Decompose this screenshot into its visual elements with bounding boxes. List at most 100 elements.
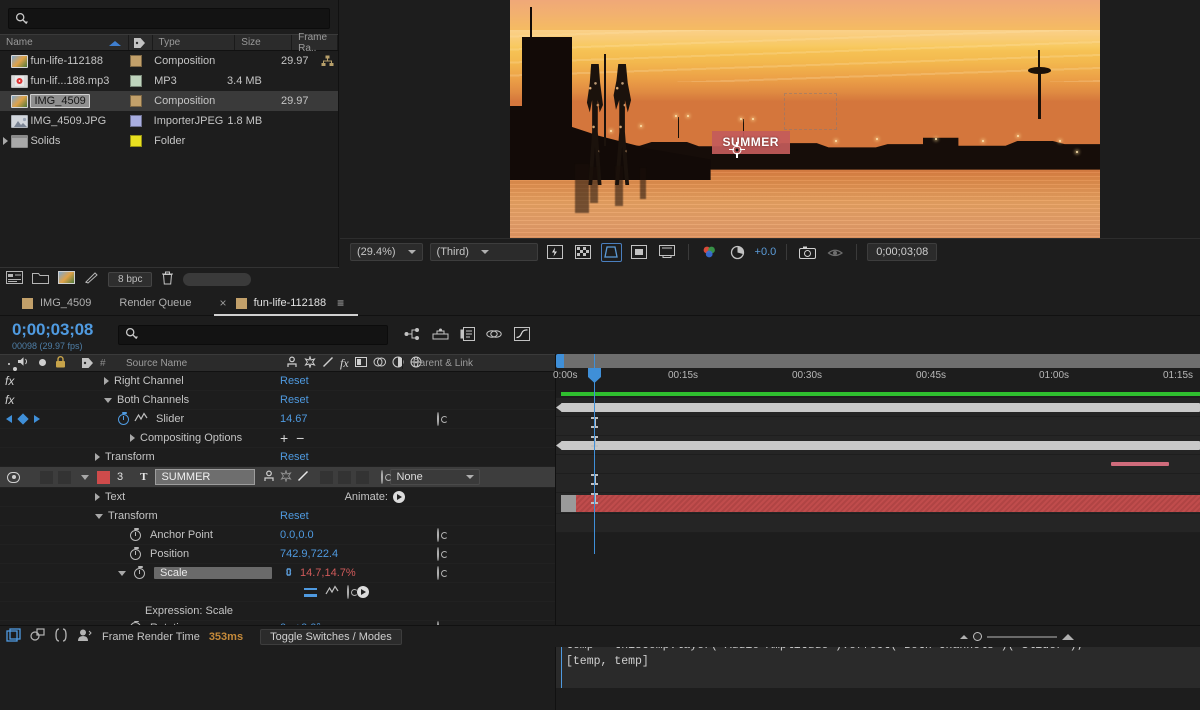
panel-menu-icon[interactable]: ≡ <box>337 296 344 310</box>
expression-pickwhip-icon[interactable] <box>347 585 349 599</box>
delete-icon[interactable] <box>161 271 174 288</box>
track-row-transform[interactable] <box>556 474 1200 493</box>
label-column-header[interactable] <box>76 357 98 369</box>
anchor-point-marker[interactable] <box>729 141 746 158</box>
quality-icon[interactable] <box>322 356 334 371</box>
new-adjustment-layer-icon[interactable] <box>84 271 99 287</box>
disclosure-triangle-closed[interactable] <box>95 493 100 501</box>
composition-preview-canvas[interactable]: SUMMER <box>510 0 1100 265</box>
pickwhip-icon[interactable] <box>437 566 439 580</box>
keyframe-segment[interactable] <box>1111 462 1169 466</box>
property-row-slider[interactable]: Slider 14.67 <box>0 410 555 429</box>
timeline-search-box[interactable] <box>118 325 388 345</box>
channels-icon[interactable] <box>699 243 720 262</box>
disclosure-triangle-closed[interactable] <box>130 434 135 442</box>
property-value[interactable]: 14.67 <box>280 413 308 425</box>
group-row-transform[interactable]: Transform Reset <box>0 507 555 526</box>
track-row-both-channels[interactable] <box>556 417 1200 436</box>
time-ruler[interactable]: 0:00s 00:15s 00:30s 00:45s 01:00s 01:15s <box>553 354 1200 392</box>
render-queue-icon[interactable] <box>6 628 21 645</box>
transparency-grid-icon[interactable] <box>573 243 594 262</box>
disclosure-triangle-open[interactable] <box>118 570 126 576</box>
reset-link[interactable]: Reset <box>280 451 309 463</box>
shy-icon[interactable] <box>263 470 275 485</box>
solo-icon[interactable] <box>39 358 46 369</box>
region-of-interest-icon[interactable] <box>601 243 622 262</box>
label-color-swatch[interactable] <box>126 95 148 107</box>
new-composition-icon[interactable] <box>58 271 75 287</box>
exposure-icon[interactable] <box>727 243 748 262</box>
solo-toggle[interactable] <box>58 470 71 484</box>
project-search-input[interactable] <box>33 12 323 25</box>
resolution-select[interactable]: (Third) <box>429 243 538 261</box>
collapse-transformations-icon[interactable] <box>280 468 293 485</box>
zoom-in-icon[interactable] <box>1062 633 1074 640</box>
reset-link[interactable]: Reset <box>280 394 309 406</box>
track-row-summer-layer[interactable] <box>556 493 1200 514</box>
exposure-value[interactable]: +0.0 <box>755 246 777 258</box>
stopwatch-icon[interactable] <box>130 546 141 560</box>
project-search-box[interactable] <box>8 8 330 29</box>
stopwatch-icon[interactable] <box>130 527 141 541</box>
frame-blend-toggle[interactable] <box>320 470 334 484</box>
timeline-search-input[interactable] <box>143 329 381 341</box>
project-item-row[interactable]: IMG_4509.JPG ImporterJPEG 1.8 MB <box>0 111 338 131</box>
reset-link[interactable]: Reset <box>280 375 309 387</box>
duplicate-icon[interactable] <box>30 628 45 645</box>
text-layer-bar[interactable] <box>561 495 1200 512</box>
collapse-transformations-icon[interactable] <box>304 354 316 371</box>
project-item-row[interactable]: fun-life-112188 Composition 29.97 <box>0 51 338 71</box>
frame-blending-icon[interactable] <box>354 356 367 371</box>
interpret-footage-icon[interactable] <box>6 271 23 287</box>
folder-disclosure-triangle[interactable] <box>0 137 11 145</box>
column-header-type[interactable]: Type <box>153 35 236 50</box>
next-keyframe-icon[interactable] <box>34 415 40 423</box>
disclosure-triangle-closed[interactable] <box>104 377 109 385</box>
property-row-position[interactable]: Position 742.9,722.4 <box>0 545 555 564</box>
user-icon[interactable] <box>77 628 93 645</box>
summer-text-layer[interactable]: SUMMER <box>711 131 790 154</box>
pickwhip-icon[interactable] <box>437 547 439 561</box>
tab-img-4509[interactable]: IMG_4509 <box>16 291 113 316</box>
track-row-text[interactable] <box>556 514 1200 533</box>
property-row-anchor-point[interactable]: Anchor Point 0.0,0.0 <box>0 526 555 545</box>
tab-render-queue[interactable]: Render Queue <box>113 291 213 316</box>
composition-mini-flowchart-icon[interactable] <box>404 327 421 344</box>
zoom-slider-knob[interactable] <box>973 632 982 641</box>
animate-menu-icon[interactable] <box>393 491 405 503</box>
draft-3d-icon[interactable] <box>432 327 449 344</box>
layer-disclosure-triangle[interactable] <box>81 474 89 480</box>
pickwhip-icon[interactable] <box>437 412 439 426</box>
project-item-row-selected[interactable]: IMG_4509 Composition 29.97 <box>0 91 338 111</box>
keyframe-navigator[interactable] <box>0 413 66 425</box>
disclosure-triangle-closed[interactable] <box>95 453 100 461</box>
effect-row-right-channel[interactable]: fx Right Channel Reset <box>0 372 555 391</box>
audio-toggle[interactable] <box>40 470 53 484</box>
brackets-icon[interactable] <box>54 628 68 645</box>
project-item-row[interactable]: Solids Folder <box>0 131 338 151</box>
playhead-indicator[interactable] <box>588 354 601 392</box>
effect-row-both-channels[interactable]: fx Both Channels Reset <box>0 391 555 410</box>
audio-icon[interactable] <box>17 356 30 370</box>
group-row-compositing-options[interactable]: Compositing Options + − <box>0 429 555 448</box>
frame-blending-icon[interactable] <box>486 327 503 344</box>
property-row-scale[interactable]: Scale 14.7,14.7% <box>0 564 555 583</box>
layer-name[interactable]: SUMMER <box>155 469 256 485</box>
current-time-display[interactable]: 0;00;03;08 00098 (29.97 fps) <box>0 320 112 351</box>
timeline-graph-column[interactable]: 0:00s 00:15s 00:30s 00:45s 01:00s 01:15s <box>553 354 1200 710</box>
3d-layer-toggle[interactable] <box>356 470 370 484</box>
hierarchy-icon[interactable] <box>317 55 338 67</box>
bit-depth-button[interactable]: 8 bpc <box>108 271 153 287</box>
group-row-transform-audio[interactable]: Transform Reset <box>0 448 555 467</box>
layer-duration-bar[interactable] <box>561 403 1200 412</box>
expression-language-menu-icon[interactable] <box>357 586 369 598</box>
property-value[interactable]: 14.7,14.7% <box>300 567 356 579</box>
expression-enable-icon[interactable] <box>304 587 317 597</box>
show-snapshot-icon[interactable] <box>825 243 846 262</box>
lock-icon[interactable] <box>55 355 66 371</box>
toggle-switches-modes-button[interactable]: Toggle Switches / Modes <box>260 628 402 645</box>
parent-select[interactable]: None <box>390 469 481 485</box>
3d-view-icon[interactable] <box>657 243 678 262</box>
group-row-text[interactable]: Text Animate: <box>0 488 555 507</box>
animate-menu[interactable]: Animate: <box>345 491 555 503</box>
